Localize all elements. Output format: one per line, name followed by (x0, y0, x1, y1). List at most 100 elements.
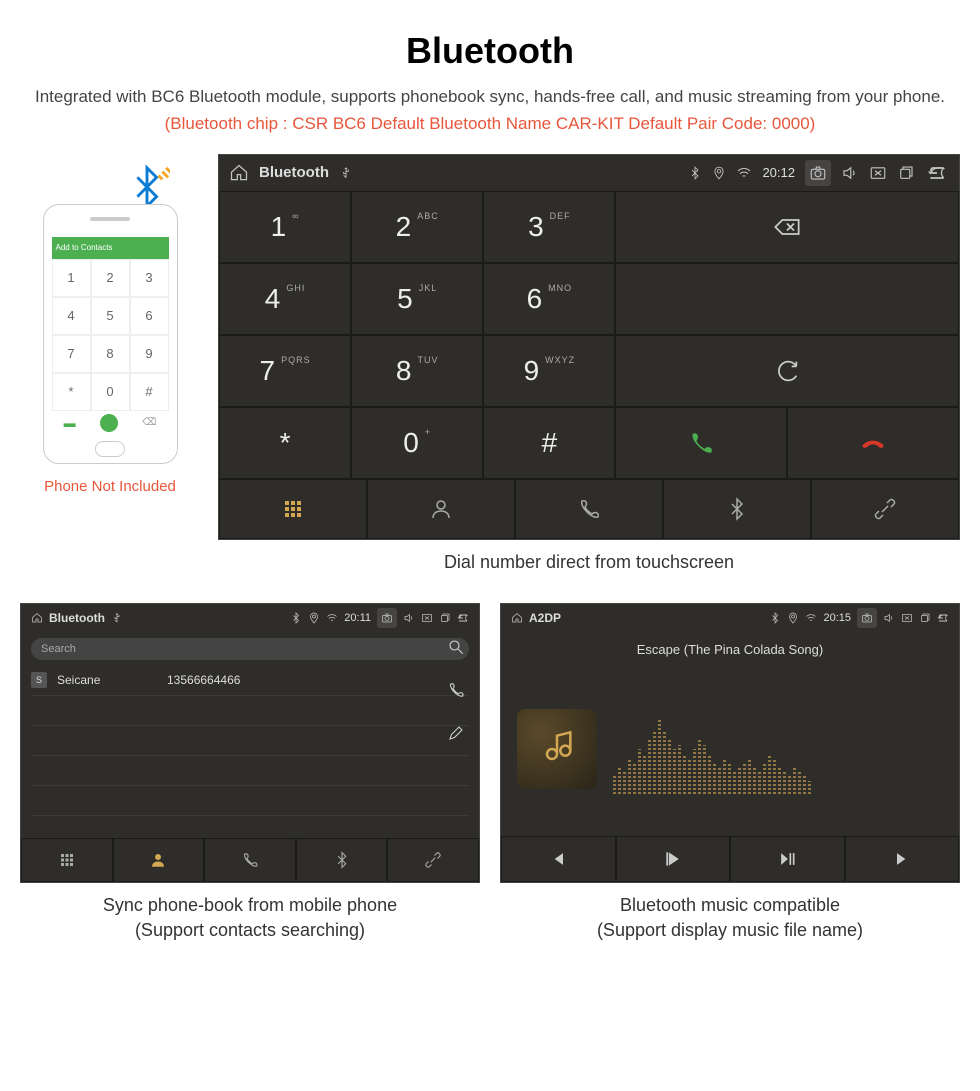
phone-keypad: 123 456 789 *0# (52, 259, 169, 411)
back-icon[interactable] (937, 612, 949, 624)
status-bar: A2DP 20:15 (501, 604, 959, 632)
key-6[interactable]: 6MNO (483, 263, 615, 335)
location-icon (308, 612, 320, 624)
volume-icon[interactable] (841, 164, 859, 182)
prev-button[interactable] (501, 836, 616, 882)
key-3[interactable]: 3DEF (483, 191, 615, 263)
phonebook-caption: Sync phone-book from mobile phone(Suppor… (20, 893, 480, 943)
nav-bluetooth[interactable] (296, 838, 388, 882)
contact-name: Seicane (57, 673, 157, 687)
status-bar: Bluetooth 20:11 (21, 604, 479, 632)
camera-icon[interactable] (805, 160, 831, 186)
home-icon[interactable] (31, 612, 43, 624)
recent-apps-icon[interactable] (439, 612, 451, 624)
camera-icon[interactable] (857, 608, 877, 628)
call-button[interactable] (615, 407, 787, 479)
page-specs: (Bluetooth chip : CSR BC6 Default Blueto… (20, 114, 960, 134)
nav-contacts[interactable] (113, 838, 205, 882)
key-5[interactable]: 5JKL (351, 263, 483, 335)
visualizer (501, 663, 959, 836)
recent-apps-icon[interactable] (919, 612, 931, 624)
key-hash[interactable]: # (483, 407, 615, 479)
wifi-icon (736, 165, 752, 181)
key-2[interactable]: 2ABC (351, 191, 483, 263)
status-title: Bluetooth (49, 611, 105, 625)
nav-calllog[interactable] (204, 838, 296, 882)
bluetooth-icon (769, 612, 781, 624)
redial-button[interactable] (615, 335, 959, 407)
dialpad: 1∞ 2ABC 3DEF 4GHI 5JKL 6MNO 7PQRS 8TUV 9… (219, 191, 959, 479)
backspace-button[interactable] (615, 191, 959, 263)
close-app-icon[interactable] (869, 164, 887, 182)
nav-dialpad[interactable] (219, 479, 367, 539)
phone-illustration: Add to Contacts 123 456 789 *0# ▬⌫ Phone… (20, 154, 200, 495)
page-description: Integrated with BC6 Bluetooth module, su… (20, 84, 960, 110)
bluetooth-icon (290, 612, 302, 624)
playpause-button[interactable] (730, 836, 845, 882)
home-icon[interactable] (229, 163, 249, 183)
status-time: 20:11 (344, 612, 371, 624)
page-title: Bluetooth (20, 30, 960, 72)
bottom-nav (21, 838, 479, 882)
hangup-button[interactable] (787, 407, 959, 479)
call-icon[interactable] (447, 681, 465, 704)
status-time: 20:12 (762, 165, 795, 180)
location-icon (787, 612, 799, 624)
playback-controls (501, 836, 959, 882)
a2dp-screen: A2DP 20:15 Escape (The Pina Colada Song) (500, 603, 960, 883)
key-0[interactable]: 0+ (351, 407, 483, 479)
contact-row[interactable]: S Seicane 13566664466 (31, 666, 469, 696)
key-9[interactable]: 9WXYZ (483, 335, 615, 407)
key-star[interactable]: * (219, 407, 351, 479)
nav-contacts[interactable] (367, 479, 515, 539)
close-app-icon[interactable] (901, 612, 913, 624)
nav-calllog[interactable] (515, 479, 663, 539)
close-app-icon[interactable] (421, 612, 433, 624)
album-art (517, 709, 597, 789)
bottom-nav (219, 479, 959, 539)
track-title: Escape (The Pina Colada Song) (501, 632, 959, 663)
key-7[interactable]: 7PQRS (219, 335, 351, 407)
contact-list: S Seicane 13566664466 (21, 666, 479, 816)
phonebook-screen: Bluetooth 20:11 Search (20, 603, 480, 883)
usb-icon (339, 166, 353, 180)
status-title: A2DP (529, 611, 561, 625)
search-icon[interactable] (447, 638, 465, 661)
play-button[interactable] (616, 836, 731, 882)
key-1[interactable]: 1∞ (219, 191, 351, 263)
volume-icon[interactable] (403, 612, 415, 624)
phone-caption: Phone Not Included (20, 478, 200, 495)
phone-device: Add to Contacts 123 456 789 *0# ▬⌫ (43, 204, 178, 464)
bluetooth-icon (688, 166, 702, 180)
contact-badge: S (31, 672, 47, 688)
next-button[interactable] (845, 836, 960, 882)
status-title: Bluetooth (259, 164, 329, 181)
camera-icon[interactable] (377, 608, 397, 628)
usb-icon (111, 612, 123, 624)
key-8[interactable]: 8TUV (351, 335, 483, 407)
location-icon (712, 166, 726, 180)
a2dp-caption: Bluetooth music compatible(Support displ… (500, 893, 960, 943)
wifi-icon (805, 612, 817, 624)
home-icon[interactable] (511, 612, 523, 624)
search-input[interactable]: Search (31, 638, 469, 660)
status-time: 20:15 (823, 612, 851, 624)
volume-icon[interactable] (883, 612, 895, 624)
header: Bluetooth Integrated with BC6 Bluetooth … (20, 30, 960, 134)
nav-pair[interactable] (387, 838, 479, 882)
edit-icon[interactable] (447, 724, 465, 747)
status-bar: Bluetooth 20:12 (219, 155, 959, 191)
dialer-screen: Bluetooth 20:12 1∞ 2ABC 3DEF 4GHI 5JKL (218, 154, 960, 540)
nav-dialpad[interactable] (21, 838, 113, 882)
nav-pair[interactable] (811, 479, 959, 539)
nav-bluetooth[interactable] (663, 479, 811, 539)
dialer-caption: Dial number direct from touchscreen (218, 550, 960, 575)
key-4[interactable]: 4GHI (219, 263, 351, 335)
phone-header-label: Add to Contacts (56, 243, 113, 252)
contact-number: 13566664466 (167, 673, 240, 687)
wifi-icon (326, 612, 338, 624)
recent-apps-icon[interactable] (897, 164, 915, 182)
phone-call-icon (100, 414, 118, 432)
back-icon[interactable] (457, 612, 469, 624)
back-icon[interactable] (925, 163, 949, 183)
